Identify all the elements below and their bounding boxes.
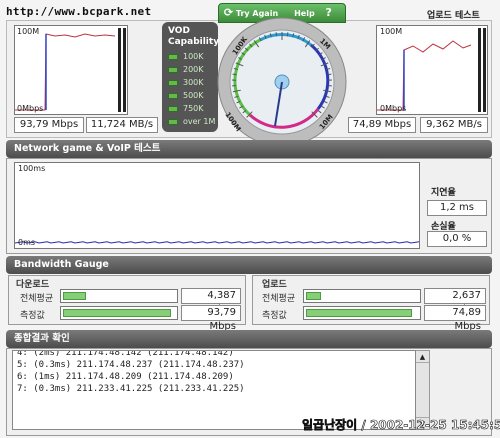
summary-log-line: 5: (0.3ms) 211.174.48.237 (211.174.48.23…: [17, 360, 245, 370]
loss-value: 0,0 %: [427, 231, 487, 247]
network-section-header: Network game & VoIP 테스트: [6, 140, 492, 158]
download-meas-bar: [60, 306, 178, 320]
summary-log-line: 4: (2ms) 211.174.48.142 (211.174.48.142): [17, 350, 234, 358]
vod-title-line2: Capability: [168, 37, 220, 47]
vod-level-label: 500K: [183, 91, 204, 100]
upload-avg-value: 2,637 Mbps: [424, 288, 486, 315]
download-graph: [14, 25, 128, 115]
upload-graph-plot: [377, 26, 487, 114]
vod-level-indicator: [168, 119, 178, 125]
bandwidth-section-header: Bandwidth Gauge: [6, 256, 492, 274]
vod-level-label: over 1M: [183, 117, 216, 126]
summary-section-header: 종합결과 확인: [6, 330, 492, 348]
upload-avg-fill: [306, 292, 321, 300]
vod-level-label: 300K: [183, 78, 204, 87]
download-mbps-readout: 93,79 Mbps: [14, 117, 84, 133]
download-graph-plot: [15, 26, 127, 114]
download-graph-top-label: 100M: [17, 27, 40, 36]
upload-graph: [376, 25, 488, 115]
download-avg-fill: [63, 292, 86, 300]
download-graph-bottom-label: 0Mbps: [17, 104, 44, 113]
upload-meas-label: 측정값: [262, 311, 287, 321]
upload-avg-label: 전체평균: [262, 294, 296, 304]
vod-level-indicator: [168, 54, 178, 60]
upload-test-title: 업로드 테스트: [427, 11, 480, 21]
speed-test-window: http://www.bcpark.net 100M 0Mbps 93,79 M…: [0, 0, 500, 438]
bandwidth-download-title: 다운로드: [16, 280, 50, 290]
scroll-up-arrow-icon[interactable]: ▲: [416, 351, 429, 363]
download-meas-label: 측정값: [20, 311, 45, 321]
latency-value: 1,2 ms: [427, 200, 487, 216]
latency-line: [14, 241, 420, 244]
vod-title-line1: VOD: [168, 26, 190, 36]
download-meas-fill: [63, 309, 171, 317]
gauge-tick-mark: [232, 73, 237, 76]
download-meas-value: 93,79 Mbps: [181, 305, 241, 332]
download-avg-label: 전체평균: [20, 294, 54, 304]
vod-level-label: 200K: [183, 65, 204, 74]
upload-graph-top-label: 100M: [380, 27, 403, 36]
vod-level-indicator: [168, 93, 178, 99]
download-avg-bar: [60, 289, 178, 303]
upload-meas-bar: [303, 306, 421, 320]
download-avg-value: 4,387 Mbps: [181, 288, 241, 315]
upload-graph-bottom-label: 0Mbps: [380, 104, 407, 113]
download-mbs-readout: 11,724 MB/s: [86, 117, 158, 133]
latency-graph-bottom-label: 0ms: [18, 238, 36, 247]
vod-level-label: 750K: [183, 104, 204, 113]
vod-level-label: 100K: [183, 52, 204, 61]
latency-graph-top-label: 100ms: [18, 164, 46, 173]
summary-log-line: 6: (1ms) 211.174.48.209 (211.174.48.209): [17, 372, 234, 382]
vod-level-indicator: [168, 106, 178, 112]
latency-label: 지연율: [431, 188, 456, 198]
upload-mbps-readout: 74,89 Mbps: [348, 117, 416, 133]
upload-meas-fill: [306, 309, 412, 317]
upload-meas-value: 74,89 Mbps: [424, 305, 486, 332]
latency-graph-plot: [14, 241, 420, 244]
gauge-tick-mark: [327, 73, 332, 76]
summary-log-line: 7: (0.3ms) 211.233.41.225 (211.233.41.22…: [17, 384, 245, 394]
latency-graph: [14, 162, 420, 249]
vod-level-indicator: [168, 80, 178, 86]
vod-level-indicator: [168, 67, 178, 73]
site-watermark: http://www.bcpark.net: [6, 5, 152, 18]
bandwidth-upload-title: 업로드: [262, 280, 287, 290]
footer-stamp: 일곱난장이 / 2002-12-25 15:45:53: [302, 418, 500, 433]
summary-log-lines: 4: (2ms) 211.174.48.142 (211.174.48.142)…: [17, 350, 411, 395]
upload-mbs-readout: 9,362 MB/s: [420, 117, 488, 133]
upload-avg-bar: [303, 289, 421, 303]
